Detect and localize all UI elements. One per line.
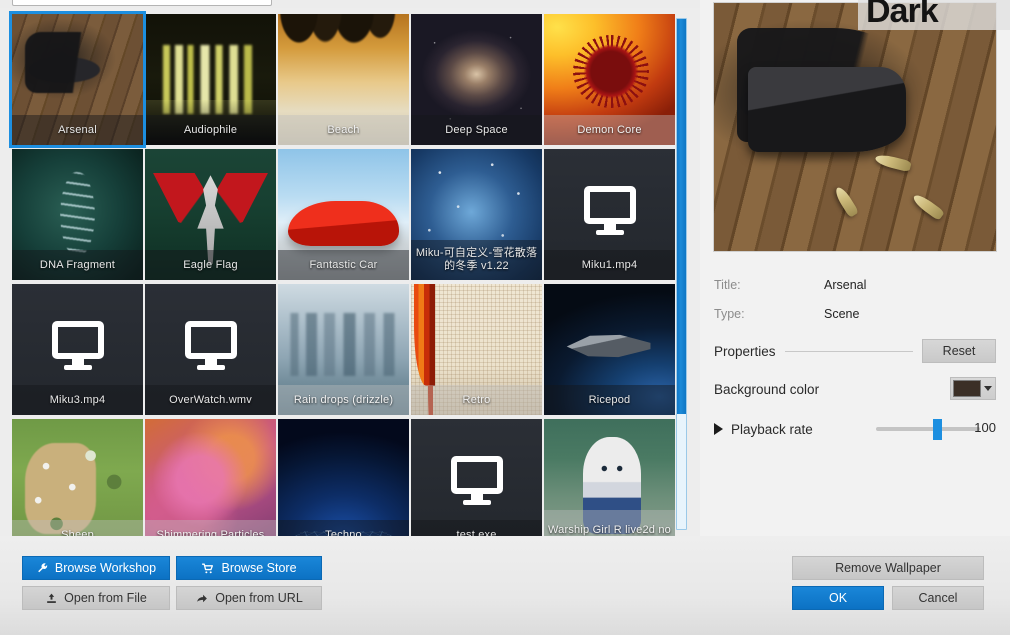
wallpaper-tile-label: Retro <box>411 385 542 415</box>
monitor-icon <box>450 456 503 506</box>
monitor-icon <box>51 321 104 371</box>
browse-store-button[interactable]: Browse Store <box>176 556 322 580</box>
wallpaper-tile-label: Audiophile <box>145 115 276 145</box>
playback-rate-slider-thumb[interactable] <box>933 419 943 440</box>
properties-divider <box>784 350 913 352</box>
properties-header-row: Properties Reset <box>714 339 996 363</box>
wallpaper-tile-label: Deep Space <box>411 115 542 145</box>
wallpaper-tile-label: Shimmering Particles <box>145 520 276 536</box>
playback-rate-label: Playback rate <box>731 421 813 437</box>
ok-button[interactable]: OK <box>792 586 884 610</box>
wallpaper-tile-label: Ricepod <box>544 385 675 415</box>
title-value: Arsenal <box>824 278 867 292</box>
chevron-down-icon[interactable] <box>984 386 992 391</box>
wallpaper-tile[interactable]: Warship Girl R live2d no <box>544 419 675 536</box>
wallpaper-grid-area: Arsenal Audiophile Beach Deep Space Demon Co… <box>0 8 700 536</box>
arrow-share-icon <box>197 594 208 602</box>
wallpaper-preview[interactable] <box>714 3 996 251</box>
browse-workshop-button[interactable]: Browse Workshop <box>22 556 170 580</box>
ok-label: OK <box>828 591 848 605</box>
wallpaper-tile-label: Miku-可自定义-雪花散落的冬季 v1.22 <box>411 240 542 280</box>
playback-rate-row: Playback rate 100 <box>714 417 996 441</box>
background-color-swatch[interactable] <box>953 380 981 397</box>
wallpaper-tile[interactable]: Beach <box>278 14 409 145</box>
browse-store-label: Browse Store <box>221 561 297 575</box>
reset-button[interactable]: Reset <box>922 339 996 363</box>
open-from-url-label: Open from URL <box>215 591 303 605</box>
wallpaper-tile[interactable]: Deep Space <box>411 14 542 145</box>
grid-scrollbar-track[interactable] <box>677 414 686 529</box>
wallpaper-tile[interactable]: Shimmering Particles <box>145 419 276 536</box>
remove-wallpaper-button[interactable]: Remove Wallpaper <box>792 556 984 580</box>
wallpaper-thumbnail <box>145 419 276 536</box>
wallpaper-tile[interactable]: Miku-可自定义-雪花散落的冬季 v1.22 <box>411 149 542 280</box>
wallpaper-tile[interactable]: Eagle Flag <box>145 149 276 280</box>
wallpaper-tile-label: Beach <box>278 115 409 145</box>
wallpaper-detail-panel: Dark Title: Arsenal Type: Scene Properti… <box>700 0 1010 536</box>
wallpaper-thumbnail <box>12 419 143 536</box>
wallpaper-tile-label: Demon Core <box>544 115 675 145</box>
search-input[interactable] <box>12 0 272 6</box>
cancel-button[interactable]: Cancel <box>892 586 984 610</box>
dialog-action-bar: Browse Workshop Browse Store Open from F… <box>0 536 1010 635</box>
playback-rate-value: 100 <box>974 420 996 435</box>
background-color-row: Background color <box>714 377 996 401</box>
wallpaper-tile[interactable]: Techno <box>278 419 409 536</box>
wallpaper-tile-label: Miku1.mp4 <box>544 250 675 280</box>
preview-pistol-shape <box>747 67 906 152</box>
wallpaper-tile[interactable]: Arsenal <box>9 11 146 148</box>
wallpaper-tile-label: Miku3.mp4 <box>12 385 143 415</box>
wallpaper-tile[interactable]: test.exe <box>411 419 542 536</box>
wallpaper-tile[interactable]: OverWatch.wmv <box>145 284 276 415</box>
wallpaper-tile[interactable]: Sheep <box>12 419 143 536</box>
background-color-label: Background color <box>714 381 820 397</box>
wrench-icon <box>38 562 48 572</box>
preview-overlay-banner: Dark <box>858 0 1010 30</box>
wallpaper-tile-label: Rain drops (drizzle) <box>278 385 409 415</box>
wallpaper-tile-label: DNA Fragment <box>12 250 143 280</box>
grid-scrollbar-thumb[interactable] <box>677 19 686 414</box>
title-label: Title: <box>714 278 741 292</box>
wallpaper-tile-label: Arsenal <box>12 115 143 145</box>
top-filter-bar <box>0 0 700 8</box>
shopping-cart-icon <box>202 563 214 573</box>
upload-icon <box>47 593 56 603</box>
wallpaper-tile-label: Techno <box>278 520 409 536</box>
wallpaper-tile[interactable]: Miku3.mp4 <box>12 284 143 415</box>
wallpaper-tile[interactable]: Audiophile <box>145 14 276 145</box>
monitor-icon <box>583 186 636 236</box>
wallpaper-tile[interactable]: DNA Fragment <box>12 149 143 280</box>
wallpaper-tile-label: Sheep <box>12 520 143 536</box>
wallpaper-tile[interactable]: Fantastic Car <box>278 149 409 280</box>
wallpaper-tile[interactable]: Miku1.mp4 <box>544 149 675 280</box>
wallpaper-tile-label: Warship Girl R live2d no <box>544 510 675 536</box>
expand-triangle-icon[interactable] <box>714 423 723 435</box>
type-row: Type: Scene <box>714 305 996 323</box>
wallpaper-tile[interactable]: Retro <box>411 284 542 415</box>
cancel-label: Cancel <box>918 591 958 605</box>
properties-label: Properties <box>714 343 776 359</box>
remove-wallpaper-label: Remove Wallpaper <box>835 561 941 575</box>
open-from-file-button[interactable]: Open from File <box>22 586 170 610</box>
wallpaper-grid: Arsenal Audiophile Beach Deep Space Demon Co… <box>9 11 684 536</box>
open-from-file-label: Open from File <box>64 591 147 605</box>
wallpaper-tile-label: Eagle Flag <box>145 250 276 280</box>
wallpaper-tile-label: OverWatch.wmv <box>145 385 276 415</box>
open-from-url-button[interactable]: Open from URL <box>176 586 322 610</box>
wallpaper-tile[interactable]: Demon Core <box>544 14 675 145</box>
grid-scrollbar[interactable] <box>676 18 687 530</box>
type-value: Scene <box>824 307 860 321</box>
wallpaper-tile-label: Fantastic Car <box>278 250 409 280</box>
change-wallpaper-dialog: Arsenal Audiophile Beach Deep Space Demon Co… <box>0 0 1010 635</box>
type-label: Type: <box>714 307 745 321</box>
browse-workshop-label: Browse Workshop <box>54 561 157 575</box>
wallpaper-tile[interactable]: Ricepod <box>544 284 675 415</box>
title-row: Title: Arsenal <box>714 276 996 294</box>
background-color-picker[interactable] <box>950 377 996 400</box>
wallpaper-tile[interactable]: Rain drops (drizzle) <box>278 284 409 415</box>
wallpaper-tile-label: test.exe <box>411 520 542 536</box>
wallpaper-thumbnail <box>278 419 409 536</box>
monitor-icon <box>184 321 237 371</box>
preview-overlay-text: Dark <box>866 0 939 30</box>
